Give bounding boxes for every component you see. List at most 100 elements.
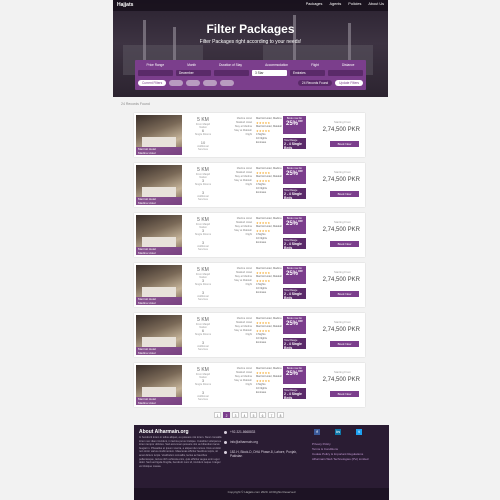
hotel-city-caption: Madina Hotel (136, 151, 182, 155)
filter-chip[interactable] (186, 80, 201, 86)
nav-link-packages[interactable]: Packages (306, 2, 323, 6)
page-button[interactable]: 1 (214, 412, 221, 418)
package-card[interactable]: Marriott Hotel Madina Hotel 5 KM From Ma… (134, 263, 365, 307)
nav-link-agents[interactable]: Agents (329, 2, 341, 6)
page-button[interactable]: 6 (259, 412, 266, 418)
info-label: Flight (245, 383, 252, 386)
current-filters-button[interactable]: Current Filters (138, 80, 167, 86)
package-card[interactable]: Marriott Hotel Madina Hotel 5 KM From Ma… (134, 113, 365, 157)
hotel-image[interactable]: Marriott Hotel Madina Hotel (136, 315, 182, 355)
info-labels: Madina Hotel Makkah Hotel Stay at Madina St… (222, 367, 252, 387)
top-navbar: Hajjats Packages Agents Policies About U… (113, 0, 388, 11)
footer-phone[interactable]: +92-321-8668833 (230, 430, 255, 434)
hotel-city-caption: Madina Hotel (136, 401, 182, 405)
services-label: Additional Services (197, 395, 209, 401)
rooms-block: 6 Single Rooms (192, 328, 214, 336)
package-card[interactable]: Marriott Hotel Madina Hotel 5 KM From Ma… (134, 163, 365, 207)
discount-percent: 25%OFF (285, 170, 303, 177)
bed-shape (142, 387, 176, 397)
book-now-button[interactable]: Book Now (330, 241, 359, 247)
info-labels: Madina Hotel Makkah Hotel Stay at Madina St… (222, 217, 252, 237)
page-subtitle: Filter Packages right according to your … (199, 39, 302, 45)
copyright: Copyright © Hajjats.com 2020. All Rights… (134, 488, 389, 500)
info-label: Flight (245, 283, 252, 286)
footer-email[interactable]: info@alharmain.org (230, 440, 258, 444)
hotel-range-value: 2 - 4 Single Beds (284, 192, 302, 200)
hotel-image[interactable]: Marriott Hotel Madina Hotel (136, 265, 182, 305)
update-filters-button[interactable]: Update Filters (335, 80, 363, 86)
bed-shape (142, 137, 176, 147)
page-button[interactable]: 7 (268, 412, 275, 418)
page: Hajjats Packages Agents Policies About U… (0, 0, 500, 500)
distance-slider[interactable] (328, 70, 363, 76)
filter-chip[interactable] (203, 80, 218, 86)
phone-icon (224, 431, 227, 434)
page-button[interactable]: 5 (250, 412, 257, 418)
package-price: 2,74,500 PKR (322, 177, 360, 183)
nav-links: Packages Agents Policies About Us (306, 2, 384, 6)
starting-from-label: Starting From (334, 270, 351, 274)
starting-from-label: Starting From (334, 320, 351, 324)
services-block: 3 Additional Services (192, 340, 214, 351)
filter-actions: Current Filters 24 Records Found Update … (138, 80, 363, 86)
location-icon (224, 451, 227, 454)
twitter-icon[interactable]: t (356, 429, 362, 435)
rooms-block: 3 Single Rooms (192, 278, 214, 286)
package-price: 2,74,500 PKR (322, 277, 360, 283)
package-card[interactable]: Marriott Hotel Madina Hotel 5 KM From Ma… (134, 313, 365, 357)
info-label: Flight (245, 133, 252, 136)
records-found-text: 24 Records Found (121, 102, 150, 106)
filter-bar: Price Range Month Duration of Stay Accom… (135, 60, 366, 90)
rooms-block: 3 Single Rooms (192, 178, 214, 186)
email-icon (224, 441, 227, 444)
records-found-badge: 24 Records Found (297, 80, 333, 86)
facebook-icon[interactable]: f (314, 429, 320, 435)
book-now-button[interactable]: Book Now (330, 391, 359, 397)
accommodation-select[interactable]: 3 Star (252, 70, 287, 76)
hotel-image[interactable]: Marriott Hotel Madina Hotel (136, 215, 182, 255)
footer-title: About Alharmain.org (139, 429, 189, 435)
bed-shape (142, 187, 176, 197)
page-button[interactable]: 4 (241, 412, 248, 418)
page-button[interactable]: 3 (232, 412, 239, 418)
book-now-button[interactable]: Book Now (330, 341, 359, 347)
package-card[interactable]: Marriott Hotel Madina Hotel 5 KM From Ma… (134, 363, 365, 407)
month-select[interactable]: December (176, 70, 211, 76)
hotel-range-badge: Hotel Range 2 - 4 Single Beds (283, 288, 306, 300)
discount-badge: Book now for 25%OFF (283, 366, 306, 384)
filter-label-duration: Duration of Stay (219, 63, 243, 67)
discount-percent: 25%OFF (285, 220, 303, 227)
filter-label-distance: Distance (342, 63, 355, 67)
footer-address: 182-H, Block-D, DHA Phase-8, Lahore, Pun… (230, 450, 297, 458)
nav-link-about[interactable]: About Us (368, 2, 384, 6)
hotel-image[interactable]: Marriott Hotel Madina Hotel (136, 365, 182, 405)
page-button[interactable]: 2 (223, 412, 230, 418)
duration-slider[interactable] (214, 70, 249, 76)
info-labels: Madina Hotel Makkah Hotel Stay at Madina St… (222, 117, 252, 137)
page-button[interactable]: 8 (277, 412, 284, 418)
filter-label-price: Price Range (146, 63, 165, 67)
discount-percent: 25%OFF (285, 320, 303, 327)
package-card[interactable]: Marriott Hotel Madina Hotel 5 KM From Ma… (134, 213, 365, 257)
services-label: Additional Services (197, 245, 209, 251)
hotel-image[interactable]: Marriott Hotel Madina Hotel (136, 115, 182, 155)
filter-chip[interactable] (169, 80, 184, 86)
linkedin-icon[interactable]: in (335, 429, 341, 435)
hotel-city-caption: Madina Hotel (136, 201, 182, 205)
flight-select[interactable]: Emirates (290, 70, 325, 76)
hotel-range-badge: Hotel Range 2 - 4 Single Beds (283, 188, 306, 200)
price-range-slider[interactable] (138, 70, 173, 76)
footer-link-company[interactable]: Alharmain Web Technologies (Pvt) Limited (312, 457, 382, 462)
rooms-label: Single Rooms (194, 183, 212, 186)
hotel-range-badge: Hotel Range 2 - 4 Single Beds (283, 138, 306, 150)
book-now-button[interactable]: Book Now (330, 191, 359, 197)
book-now-button[interactable]: Book Now (330, 141, 359, 147)
filter-chip[interactable] (220, 80, 235, 86)
rooms-label: Single Rooms (194, 233, 212, 236)
brand-logo[interactable]: Hajjats (117, 2, 133, 8)
nav-link-policies[interactable]: Policies (348, 2, 361, 6)
package-price: 2,74,500 PKR (322, 377, 360, 383)
book-now-button[interactable]: Book Now (330, 291, 359, 297)
hotel-image[interactable]: Marriott Hotel Madina Hotel (136, 165, 182, 205)
rooms-block: 3 Single Rooms (192, 228, 214, 236)
